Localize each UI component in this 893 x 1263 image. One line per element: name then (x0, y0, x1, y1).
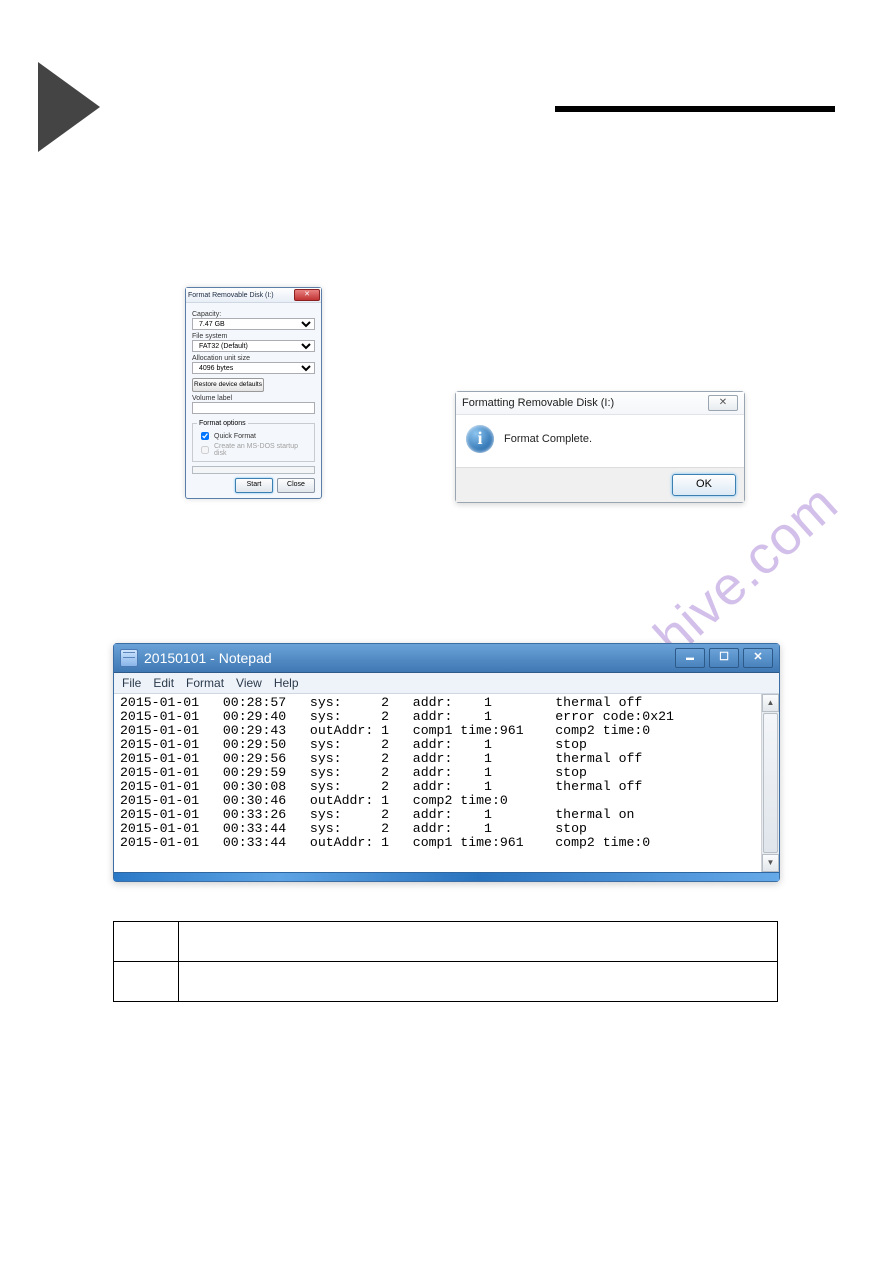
notepad-title: 20150101 - Notepad (144, 650, 675, 666)
format-options-legend: Format options (197, 420, 248, 427)
format-options-group: Format options Quick Format Create an MS… (192, 420, 315, 462)
format-progressbar (192, 466, 315, 474)
notepad-textarea[interactable]: 2015-01-01 00:28:57 sys: 2 addr: 1 therm… (114, 694, 761, 872)
alloc-select[interactable]: 4096 bytes (192, 362, 315, 374)
format-dialog-title: Format Removable Disk (I:) (188, 292, 274, 299)
table-cell (114, 922, 179, 962)
window-minimize-button[interactable] (675, 648, 705, 668)
table-cell (179, 962, 778, 1002)
msgbox-ok-button[interactable]: OK (672, 474, 736, 496)
table-cell (114, 962, 179, 1002)
table-cell (179, 922, 778, 962)
menu-file[interactable]: File (122, 676, 141, 690)
window-maximize-button[interactable] (709, 648, 739, 668)
page-arrow-decoration (38, 62, 100, 152)
format-complete-messagebox: Formatting Removable Disk (I:) ✕ Format … (455, 391, 745, 503)
volume-label-label: Volume label (192, 395, 315, 402)
alloc-label: Allocation unit size (192, 355, 315, 362)
filesystem-select[interactable]: FAT32 (Default) (192, 340, 315, 352)
menu-view[interactable]: View (236, 676, 262, 690)
menu-help[interactable]: Help (274, 676, 299, 690)
empty-table (113, 921, 778, 1002)
volume-label-input[interactable] (192, 402, 315, 414)
notepad-app-icon (120, 649, 138, 667)
info-icon (466, 425, 494, 453)
capacity-select[interactable]: 7.47 GB (192, 318, 315, 330)
notepad-titlebar[interactable]: 20150101 - Notepad (114, 644, 779, 673)
vertical-scrollbar[interactable]: ▲ ▼ (761, 694, 779, 872)
menu-edit[interactable]: Edit (153, 676, 174, 690)
format-disk-dialog: Format Removable Disk (I:) ✕ Capacity: 7… (185, 287, 322, 499)
table-row (114, 962, 778, 1002)
notepad-bottom-strip (114, 872, 779, 881)
quick-format-row[interactable]: Quick Format (197, 429, 310, 443)
notepad-menubar: File Edit Format View Help (114, 673, 779, 694)
format-dialog-close-button[interactable]: ✕ (294, 289, 320, 301)
msdos-label: Create an MS-DOS startup disk (214, 443, 310, 457)
msgbox-title: Formatting Removable Disk (I:) (462, 397, 614, 409)
table-row (114, 922, 778, 962)
filesystem-label: File system (192, 333, 315, 340)
window-close-button[interactable] (743, 648, 773, 668)
msgbox-close-button[interactable]: ✕ (708, 395, 738, 411)
msgbox-message: Format Complete. (504, 433, 592, 445)
msdos-checkbox (201, 446, 209, 454)
scroll-up-button[interactable]: ▲ (762, 694, 779, 712)
format-start-button[interactable]: Start (235, 478, 273, 493)
capacity-label: Capacity: (192, 311, 315, 318)
quick-format-label: Quick Format (214, 433, 256, 440)
menu-format[interactable]: Format (186, 676, 224, 690)
heading-rule-decoration (555, 106, 835, 112)
scroll-down-button[interactable]: ▼ (762, 854, 779, 872)
restore-defaults-button[interactable]: Restore device defaults (192, 378, 264, 392)
scroll-thumb[interactable] (763, 713, 778, 853)
quick-format-checkbox[interactable] (201, 432, 209, 440)
format-close-button[interactable]: Close (277, 478, 315, 493)
notepad-window: 20150101 - Notepad File Edit Format View… (113, 643, 780, 882)
msgbox-titlebar[interactable]: Formatting Removable Disk (I:) ✕ (456, 392, 744, 415)
msdos-row: Create an MS-DOS startup disk (197, 443, 310, 457)
format-dialog-titlebar[interactable]: Format Removable Disk (I:) ✕ (186, 288, 321, 303)
